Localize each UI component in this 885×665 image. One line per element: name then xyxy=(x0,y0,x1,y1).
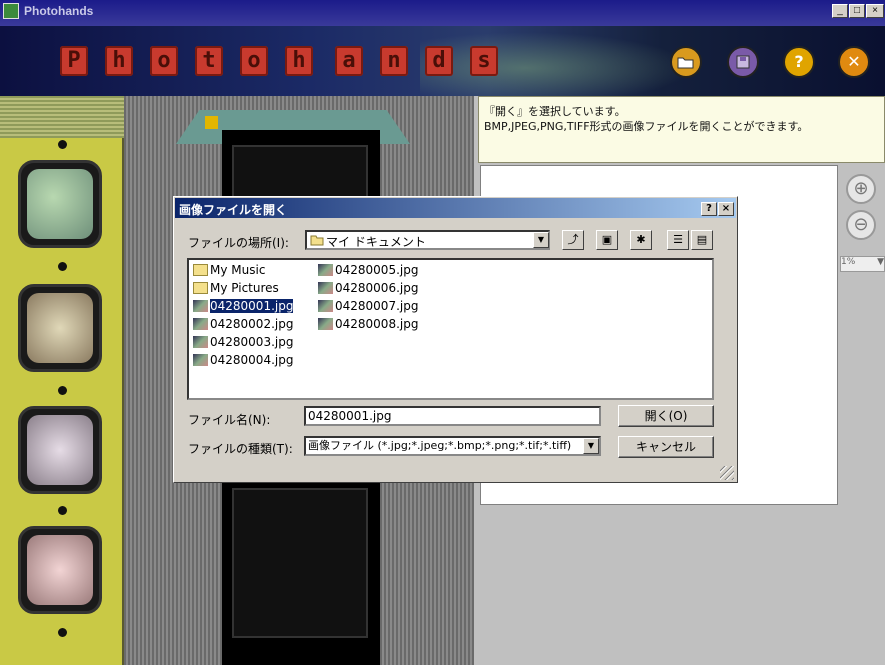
strip-dot xyxy=(58,140,67,149)
close-icon: ✕ xyxy=(847,52,861,71)
info-line-1: 『開く』を選択しています。 xyxy=(484,105,626,118)
floppy-icon xyxy=(736,55,750,69)
strip-dot xyxy=(58,386,67,395)
list-view-button[interactable]: ☰ xyxy=(667,230,689,250)
thumbnail-2[interactable] xyxy=(18,284,102,372)
thumbnail-1[interactable] xyxy=(18,160,102,248)
chevron-down-icon: ▼ xyxy=(877,257,884,267)
desktop-icon: ▣ xyxy=(601,233,613,246)
logo-letter: P xyxy=(60,46,88,76)
indicator-square xyxy=(205,116,218,129)
dialog-title: 画像ファイルを開く xyxy=(179,203,288,217)
new-folder-button[interactable]: ✱ xyxy=(630,230,652,250)
image-file-icon xyxy=(193,354,208,366)
app-icon xyxy=(3,3,19,19)
list-item[interactable]: 04280008.jpg xyxy=(318,317,418,331)
list-item[interactable]: My Pictures xyxy=(193,281,279,295)
strip-dot xyxy=(58,506,67,515)
thumbnail-strip xyxy=(0,96,124,665)
info-line-2: BMP,JPEG,PNG,TIFF形式の画像ファイルを開くことができます。 xyxy=(484,120,809,133)
open-button[interactable] xyxy=(670,46,702,78)
image-file-icon xyxy=(193,318,208,330)
thumbnail-3[interactable] xyxy=(18,406,102,494)
logo-letter: s xyxy=(470,46,498,76)
folder-open-icon xyxy=(677,57,694,69)
maximize-button[interactable]: □ xyxy=(849,4,865,18)
dialog-close-button[interactable]: × xyxy=(718,202,734,216)
list-item[interactable]: 04280004.jpg xyxy=(193,353,293,367)
zoom-out-icon: ⊖ xyxy=(853,214,869,235)
folder-icon xyxy=(193,282,208,294)
details-view-button[interactable]: ▤ xyxy=(691,230,713,250)
close-window-button[interactable]: × xyxy=(866,4,884,18)
minimize-button[interactable]: _ xyxy=(832,4,848,18)
logo-letter: t xyxy=(195,46,223,76)
list-view-icon: ☰ xyxy=(673,233,683,246)
list-item[interactable]: 04280002.jpg xyxy=(193,317,293,331)
list-item[interactable]: 04280006.jpg xyxy=(318,281,418,295)
lookin-label: ファイルの場所(I): xyxy=(188,236,289,250)
exit-button[interactable]: ✕ xyxy=(838,46,870,78)
chevron-down-icon[interactable]: ▼ xyxy=(533,232,549,248)
logo-letter: o xyxy=(150,46,178,76)
logo-letter: a xyxy=(335,46,363,76)
logo-letter: h xyxy=(105,46,133,76)
list-item[interactable]: 04280005.jpg xyxy=(318,263,418,277)
folder-icon xyxy=(310,235,324,246)
up-folder-button[interactable]: ⤴ xyxy=(562,230,584,250)
image-file-icon xyxy=(318,282,333,294)
up-folder-icon: ⤴ xyxy=(567,233,579,246)
zoom-value: 1% xyxy=(841,257,856,267)
image-file-icon xyxy=(318,318,333,330)
desktop-button[interactable]: ▣ xyxy=(596,230,618,250)
question-icon: ? xyxy=(794,52,804,71)
details-view-icon: ▤ xyxy=(696,233,708,246)
filename-label: ファイル名(N): xyxy=(188,413,271,427)
strip-dot xyxy=(58,262,67,271)
strip-dot xyxy=(58,628,67,637)
window-title: Photohands xyxy=(24,4,94,18)
help-button[interactable]: ? xyxy=(783,46,815,78)
cancel-button[interactable]: キャンセル xyxy=(618,436,714,458)
zoom-select[interactable]: 1% ▼ xyxy=(840,256,885,272)
image-file-icon xyxy=(193,300,208,312)
new-folder-icon: ✱ xyxy=(636,233,646,246)
logo-letter: n xyxy=(380,46,408,76)
zoom-out-button[interactable]: ⊖ xyxy=(846,210,876,240)
list-item[interactable]: 04280003.jpg xyxy=(193,335,293,349)
thumbnail-4[interactable] xyxy=(18,526,102,614)
filetype-label: ファイルの種類(T): xyxy=(188,442,293,456)
film-frame xyxy=(232,488,368,638)
image-file-icon xyxy=(318,264,333,276)
save-button[interactable] xyxy=(727,46,759,78)
filetype-select[interactable]: 画像ファイル (*.jpg;*.jpeg;*.bmp;*.png;*.tif;*… xyxy=(304,436,601,456)
window-title-bar xyxy=(0,0,885,26)
list-item[interactable]: 04280001.jpg xyxy=(193,299,294,313)
logo-letter: d xyxy=(425,46,453,76)
logo-letter: o xyxy=(240,46,268,76)
lookin-value: マイ ドキュメント xyxy=(326,235,426,249)
list-item[interactable]: 04280007.jpg xyxy=(318,299,418,313)
app-header: P h o t o h a n d s ? ✕ xyxy=(0,26,885,96)
resize-grip[interactable] xyxy=(720,466,734,480)
dialog-help-button[interactable]: ? xyxy=(701,202,717,216)
chevron-down-icon[interactable]: ▼ xyxy=(583,438,599,454)
image-file-icon xyxy=(193,336,208,348)
logo-letter: h xyxy=(285,46,313,76)
strip-header xyxy=(0,96,124,138)
filename-field[interactable]: 04280001.jpg xyxy=(304,406,601,426)
list-item[interactable]: My Music xyxy=(193,263,265,277)
zoom-in-button[interactable]: ⊕ xyxy=(846,174,876,204)
folder-icon xyxy=(193,264,208,276)
zoom-in-icon: ⊕ xyxy=(853,178,869,199)
open-file-button[interactable]: 開く(O) xyxy=(618,405,714,427)
image-file-icon xyxy=(318,300,333,312)
